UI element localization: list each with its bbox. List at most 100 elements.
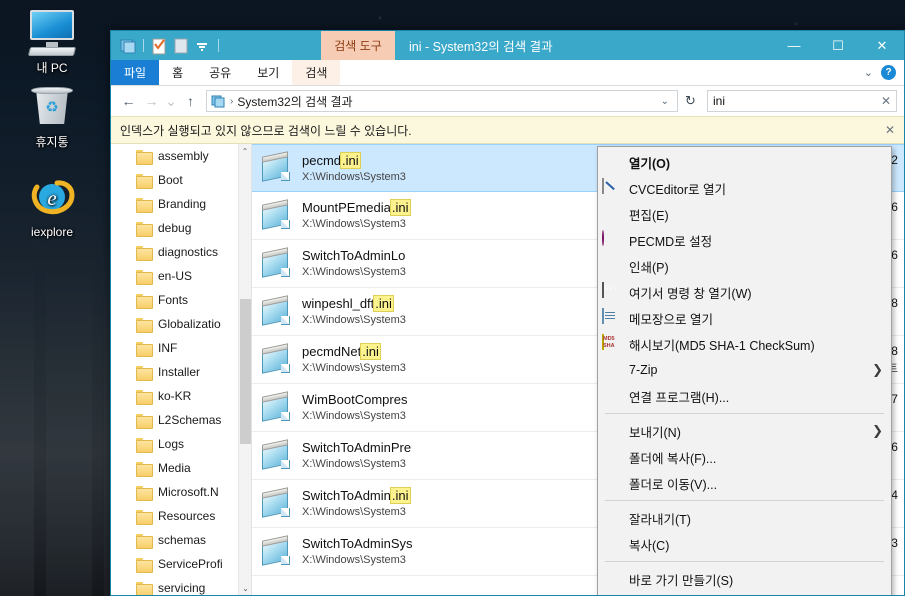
tree-item[interactable]: ServiceProfi — [111, 552, 251, 576]
context-menu-item[interactable]: 복사(C) — [598, 531, 891, 557]
menu-item-icon-placeholder — [602, 422, 622, 440]
collapse-ribbon-icon[interactable]: ⌄ — [864, 66, 873, 79]
refresh-button[interactable]: ↻ — [680, 90, 701, 112]
desktop-icon-iexplore[interactable]: e iexplore — [6, 172, 98, 239]
title-bar[interactable]: 검색 도구 ini - System32의 검색 결과 — ☐ ✕ — [111, 31, 904, 60]
notepad-icon-glyph — [602, 308, 604, 324]
context-menu-item[interactable]: 보내기(N) ❯ — [598, 418, 891, 444]
explorer-icon[interactable] — [117, 35, 139, 57]
context-menu-item[interactable]: 바로 가기 만들기(S) — [598, 566, 891, 592]
context-menu-item[interactable]: 열기(O) — [598, 149, 891, 175]
close-button[interactable]: ✕ — [860, 31, 904, 60]
maximize-button[interactable]: ☐ — [816, 31, 860, 60]
menu-item-icon-placeholder — [602, 257, 622, 275]
pecmd-icon-glyph — [602, 230, 604, 246]
tree-item[interactable]: INF — [111, 336, 251, 360]
ini-file-icon — [260, 294, 294, 329]
context-menu-item[interactable]: 7-Zip ❯ — [598, 357, 891, 383]
tree-item[interactable]: diagnostics — [111, 240, 251, 264]
context-menu-item[interactable]: 잘라내기(T) — [598, 505, 891, 531]
tree-item[interactable]: debug — [111, 216, 251, 240]
context-menu-item-label: 메모장으로 열기 — [629, 312, 713, 327]
index-notification-bar: 인덱스가 실행되고 있지 않으므로 검색이 느릴 수 있습니다. ✕ — [111, 116, 904, 144]
folder-icon — [136, 533, 153, 549]
up-button[interactable]: ↑ — [180, 90, 201, 112]
context-menu-item-label: 열기(O) — [629, 156, 671, 171]
tree-item[interactable]: ko-KR — [111, 384, 251, 408]
tree-item[interactable]: Boot — [111, 168, 251, 192]
customize-dropdown-icon[interactable] — [192, 35, 214, 57]
scrollbar-thumb[interactable] — [240, 299, 251, 444]
folder-icon — [136, 509, 153, 525]
context-menu-item[interactable]: CVCEditor로 열기 — [598, 175, 891, 201]
back-button[interactable]: ← — [118, 90, 139, 112]
tree-item[interactable]: servicing — [111, 576, 251, 595]
tree-item[interactable]: Microsoft.N — [111, 480, 251, 504]
clear-search-icon[interactable]: ✕ — [877, 94, 891, 108]
address-dropdown-icon[interactable]: ⌄ — [657, 96, 673, 107]
new-folder-icon[interactable] — [170, 35, 192, 57]
folder-icon — [136, 461, 153, 477]
context-menu-item-label: 바로 가기 만들기(S) — [629, 573, 734, 588]
window-body: assembly Boot Branding debug diagnostics en-U… — [111, 144, 904, 595]
minimize-button[interactable]: — — [772, 31, 816, 60]
tree-item[interactable]: en-US — [111, 264, 251, 288]
folder-icon — [136, 317, 153, 333]
address-bar[interactable]: › System32의 검색 결과 ⌄ — [206, 90, 678, 112]
forward-button[interactable]: → — [141, 90, 162, 112]
scroll-down-icon[interactable]: ⌄ — [239, 581, 251, 595]
tab-view[interactable]: 보기 — [244, 60, 292, 85]
recent-locations-button[interactable]: ⌄ — [164, 90, 178, 112]
breadcrumb[interactable]: System32의 검색 결과 — [237, 93, 352, 110]
tree-item[interactable]: Resources — [111, 504, 251, 528]
tree-item[interactable]: Logs — [111, 432, 251, 456]
search-input[interactable] — [713, 94, 877, 108]
tab-share[interactable]: 공유 — [196, 60, 244, 85]
tree-item[interactable]: Fonts — [111, 288, 251, 312]
command-prompt-icon — [602, 282, 622, 301]
menu-item-icon-placeholder — [602, 448, 622, 466]
context-menu-item[interactable]: PECMD로 설정 — [598, 227, 891, 253]
properties-icon[interactable] — [148, 35, 170, 57]
tree-item-label: Boot — [158, 173, 183, 187]
context-menu-item[interactable]: 연결 프로그램(H)... — [598, 383, 891, 409]
tree-item[interactable]: Installer — [111, 360, 251, 384]
tree-item-label: Media — [158, 461, 191, 475]
search-box[interactable]: ✕ — [707, 90, 897, 112]
context-menu-item[interactable]: 여기서 명령 창 열기(W) — [598, 279, 891, 305]
tree-item[interactable]: L2Schemas — [111, 408, 251, 432]
tab-file[interactable]: 파일 — [111, 60, 160, 85]
folder-icon — [136, 389, 153, 405]
context-menu-item-label: 인쇄(P) — [629, 260, 669, 275]
close-notification-icon[interactable]: ✕ — [885, 123, 895, 137]
desktop-icon-my-pc[interactable]: 내 PC — [6, 8, 98, 75]
context-menu-item[interactable]: 해시보기(MD5 SHA-1 CheckSum) — [598, 331, 891, 357]
window-controls: — ☐ ✕ — [772, 31, 904, 60]
help-icon[interactable]: ? — [881, 65, 896, 80]
tree-item[interactable]: Media — [111, 456, 251, 480]
tree-item-label: ServiceProfi — [158, 557, 223, 571]
tab-home[interactable]: 홈 — [159, 60, 196, 85]
context-menu-item[interactable]: 인쇄(P) — [598, 253, 891, 279]
desktop-icon-recycle-bin[interactable]: ♻ 휴지통 — [6, 82, 98, 149]
tree-item-label: L2Schemas — [158, 413, 222, 427]
tab-search[interactable]: 검색 — [292, 60, 341, 85]
scroll-up-icon[interactable]: ⌃ — [239, 144, 251, 158]
svg-text:e: e — [47, 186, 56, 210]
tree-item[interactable]: Globalizatio — [111, 312, 251, 336]
context-menu-item[interactable]: 편집(E) — [598, 201, 891, 227]
desktop-icon-label: 내 PC — [36, 61, 68, 75]
tree-item[interactable]: assembly — [111, 144, 251, 168]
menu-item-icon-placeholder — [602, 570, 622, 588]
context-menu-item[interactable]: 메모장으로 열기 — [598, 305, 891, 331]
tree-item[interactable]: schemas — [111, 528, 251, 552]
context-menu-item[interactable]: 폴더로 이동(V)... — [598, 470, 891, 496]
search-match-highlight: .ini — [340, 151, 361, 169]
context-menu-item[interactable]: 삭제(D) — [598, 592, 891, 595]
pecmd-icon — [602, 230, 622, 249]
tree-item[interactable]: Branding — [111, 192, 251, 216]
navigation-scrollbar[interactable]: ⌃ ⌄ — [238, 144, 251, 595]
tree-item-label: Branding — [158, 197, 207, 211]
context-menu-item[interactable]: 폴더에 복사(F)... — [598, 444, 891, 470]
contextual-tab-search-tools[interactable]: 검색 도구 — [321, 31, 395, 60]
